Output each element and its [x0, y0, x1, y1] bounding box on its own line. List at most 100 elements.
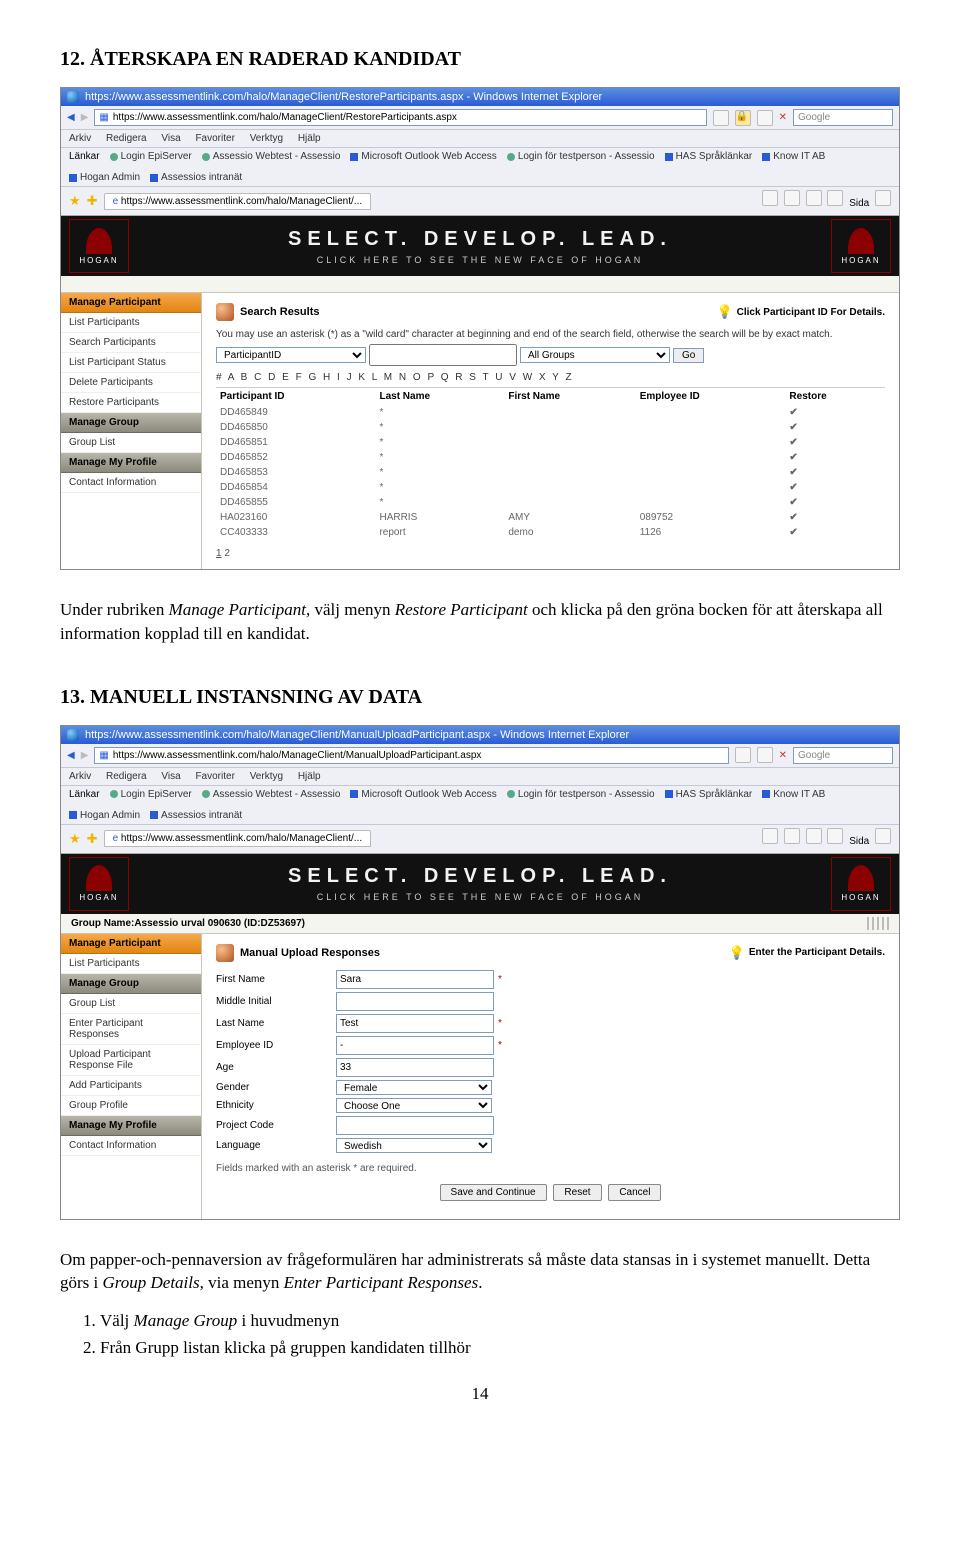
- field-first-name[interactable]: [336, 970, 494, 989]
- restore-check-icon[interactable]: ✔: [785, 450, 885, 465]
- link-hogan-admin[interactable]: Hogan Admin: [69, 810, 140, 821]
- tools-icon[interactable]: [875, 828, 891, 844]
- table-row[interactable]: DD465854*✔: [216, 480, 885, 495]
- refresh-icon[interactable]: [713, 110, 729, 126]
- crumb-icon[interactable]: [867, 917, 869, 930]
- link-testperson[interactable]: Login för testperson - Assessio: [507, 789, 655, 800]
- field-project-code[interactable]: [336, 1116, 494, 1135]
- link-testperson[interactable]: Login för testperson - Assessio: [507, 151, 655, 162]
- address-bar[interactable]: ▦ https://www.assessmentlink.com/halo/Ma…: [94, 747, 728, 764]
- sidebar-item-contact-info[interactable]: Contact Information: [61, 473, 201, 493]
- sidebar-header-manage-participant[interactable]: Manage Participant: [61, 293, 201, 313]
- cancel-button[interactable]: Cancel: [608, 1184, 661, 1201]
- select-group[interactable]: All Groups: [520, 347, 670, 363]
- link-outlook[interactable]: Microsoft Outlook Web Access: [350, 151, 496, 162]
- sidebar-item-list-participants[interactable]: List Participants: [61, 954, 201, 974]
- go-icon[interactable]: [757, 110, 773, 126]
- search-box[interactable]: Google: [793, 747, 893, 764]
- alpha-filter[interactable]: # A B C D E F G H I J K L M N O P Q R S …: [216, 372, 885, 383]
- nav-fwd-icon[interactable]: ▶: [81, 750, 89, 761]
- field-last-name[interactable]: [336, 1014, 494, 1033]
- link-knowit[interactable]: Know IT AB: [762, 789, 825, 800]
- restore-check-icon[interactable]: ✔: [785, 405, 885, 420]
- link-episerver[interactable]: Login EpiServer: [110, 151, 192, 162]
- restore-check-icon[interactable]: ✔: [785, 465, 885, 480]
- sidebar-header-manage-participant[interactable]: Manage Participant: [61, 934, 201, 954]
- sidebar-header-manage-group[interactable]: Manage Group: [61, 413, 201, 433]
- cell-participant-id[interactable]: DD465853: [216, 465, 375, 480]
- menu-visa[interactable]: Visa: [161, 771, 180, 782]
- sidebar-item-add-participants[interactable]: Add Participants: [61, 1076, 201, 1096]
- add-favorite-icon[interactable]: ✚: [87, 831, 98, 847]
- link-intranat[interactable]: Assessios intranät: [150, 810, 242, 821]
- address-bar[interactable]: ▦ https://www.assessmentlink.com/halo/Ma…: [94, 109, 706, 126]
- crumb-icon[interactable]: [877, 917, 879, 930]
- table-row[interactable]: HA023160HARRISAMY089752✔: [216, 510, 885, 525]
- crumb-icon[interactable]: [882, 917, 884, 930]
- print-icon[interactable]: [806, 828, 822, 844]
- field-language[interactable]: Swedish: [336, 1138, 492, 1153]
- col-employee-id[interactable]: Employee ID: [636, 388, 786, 406]
- restore-check-icon[interactable]: ✔: [785, 510, 885, 525]
- field-employee-id[interactable]: [336, 1036, 494, 1055]
- feeds-icon[interactable]: [784, 828, 800, 844]
- cell-participant-id[interactable]: DD465850: [216, 420, 375, 435]
- crumb-icon[interactable]: [887, 917, 889, 930]
- table-row[interactable]: DD465850*✔: [216, 420, 885, 435]
- table-row[interactable]: DD465852*✔: [216, 450, 885, 465]
- restore-check-icon[interactable]: ✔: [785, 420, 885, 435]
- hogan-banner[interactable]: HOGAN SELECT. DEVELOP. LEAD. CLICK HERE …: [61, 854, 899, 914]
- table-row[interactable]: DD465853*✔: [216, 465, 885, 480]
- cell-participant-id[interactable]: CC403333: [216, 525, 375, 540]
- cell-participant-id[interactable]: DD465849: [216, 405, 375, 420]
- link-episerver[interactable]: Login EpiServer: [110, 789, 192, 800]
- cell-participant-id[interactable]: DD465855: [216, 495, 375, 510]
- cell-participant-id[interactable]: HA023160: [216, 510, 375, 525]
- refresh-icon[interactable]: [735, 747, 751, 763]
- tools-icon[interactable]: [875, 190, 891, 206]
- sidebar-item-upload-file[interactable]: Upload Participant Response File: [61, 1045, 201, 1076]
- print-icon[interactable]: [806, 190, 822, 206]
- sidebar-item-enter-responses[interactable]: Enter Participant Responses: [61, 1014, 201, 1045]
- table-row[interactable]: DD465851*✔: [216, 435, 885, 450]
- link-assessio-webtest[interactable]: Assessio Webtest - Assessio: [202, 789, 341, 800]
- link-has[interactable]: HAS Språklänkar: [665, 151, 753, 162]
- sidebar-item-list-participants[interactable]: List Participants: [61, 313, 201, 333]
- menu-hjalp[interactable]: Hjälp: [298, 771, 321, 782]
- cell-participant-id[interactable]: DD465851: [216, 435, 375, 450]
- menu-visa[interactable]: Visa: [161, 133, 180, 144]
- menu-redigera[interactable]: Redigera: [106, 133, 147, 144]
- sidebar-header-manage-profile[interactable]: Manage My Profile: [61, 453, 201, 473]
- restore-check-icon[interactable]: ✔: [785, 495, 885, 510]
- table-row[interactable]: DD465855*✔: [216, 495, 885, 510]
- menu-favoriter[interactable]: Favoriter: [195, 133, 234, 144]
- link-has[interactable]: HAS Språklänkar: [665, 789, 753, 800]
- link-knowit[interactable]: Know IT AB: [762, 151, 825, 162]
- search-box[interactable]: Google: [793, 109, 893, 126]
- restore-check-icon[interactable]: ✔: [785, 480, 885, 495]
- field-gender[interactable]: Female: [336, 1080, 492, 1095]
- crumb-icon[interactable]: [872, 917, 874, 930]
- col-participant-id[interactable]: Participant ID: [216, 388, 375, 406]
- stop-icon[interactable]: ✕: [779, 112, 787, 123]
- restore-check-icon[interactable]: ✔: [785, 525, 885, 540]
- favorites-icon[interactable]: ★: [69, 193, 81, 209]
- menu-arkiv[interactable]: Arkiv: [69, 133, 91, 144]
- sidebar-item-search-participants[interactable]: Search Participants: [61, 333, 201, 353]
- hogan-banner[interactable]: HOGAN SELECT. DEVELOP. LEAD. CLICK HERE …: [61, 216, 899, 276]
- sidebar-header-manage-profile[interactable]: Manage My Profile: [61, 1116, 201, 1136]
- menu-hjalp[interactable]: Hjälp: [298, 133, 321, 144]
- table-row[interactable]: DD465849*✔: [216, 405, 885, 420]
- field-age[interactable]: [336, 1058, 494, 1077]
- add-favorite-icon[interactable]: ✚: [87, 193, 98, 209]
- sidebar-item-restore-participants[interactable]: Restore Participants: [61, 393, 201, 413]
- feeds-icon[interactable]: [784, 190, 800, 206]
- select-search-by[interactable]: ParticipantID: [216, 347, 366, 363]
- home-icon[interactable]: [762, 190, 778, 206]
- sidebar-item-group-list[interactable]: Group List: [61, 994, 201, 1014]
- sidebar-item-contact-info[interactable]: Contact Information: [61, 1136, 201, 1156]
- stop-icon[interactable]: ✕: [779, 750, 787, 761]
- link-hogan-admin[interactable]: Hogan Admin: [69, 172, 140, 183]
- nav-back-icon[interactable]: ◀: [67, 112, 75, 123]
- favorites-icon[interactable]: ★: [69, 831, 81, 847]
